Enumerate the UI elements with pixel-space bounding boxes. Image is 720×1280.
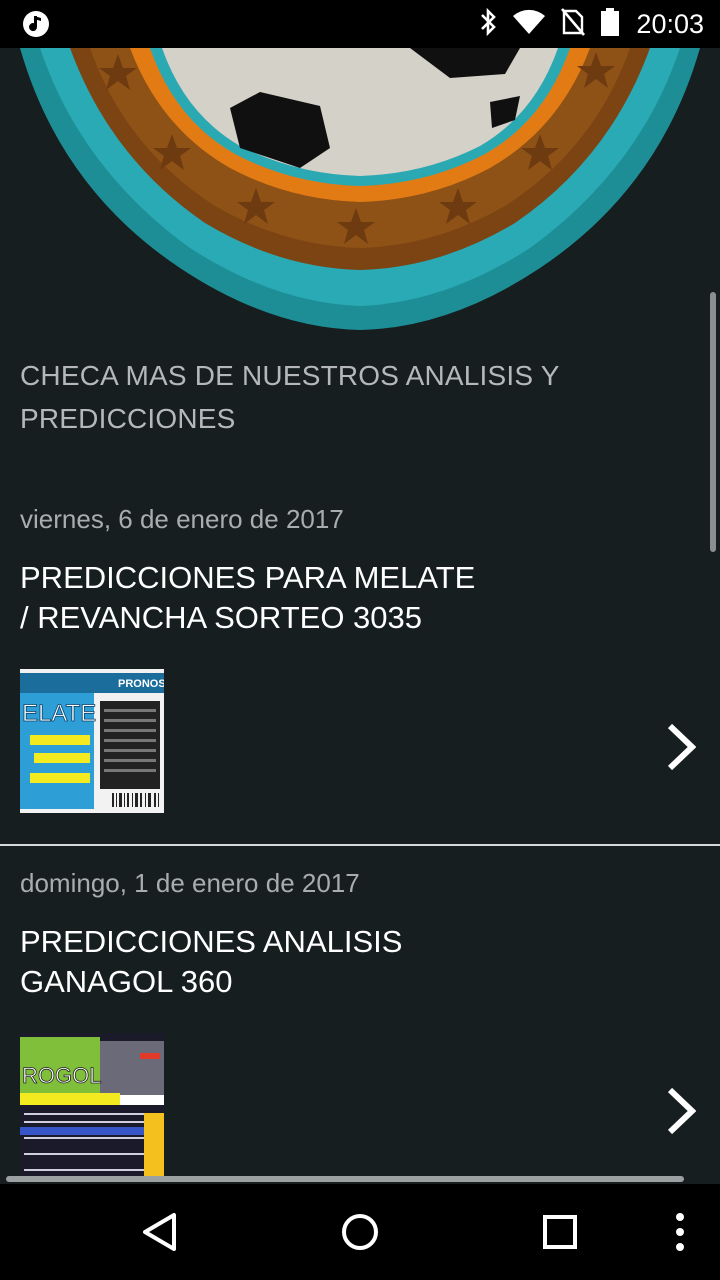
bluetooth-icon <box>478 7 498 42</box>
more-vertical-icon <box>676 1213 684 1251</box>
post-title-line[interactable]: PREDICCIONES ANALISIS <box>20 922 580 962</box>
thumb-text: ROGOL <box>22 1063 101 1088</box>
thumb-text: ELATE <box>22 700 96 727</box>
post-thumbnail[interactable]: PRONOS ELATE <box>20 669 164 813</box>
post-item[interactable]: viernes, 6 de enero de 2017 PREDICCIONES… <box>0 488 720 844</box>
post-title-line[interactable]: GANAGOL 360 <box>20 962 580 1002</box>
recents-square-icon <box>543 1215 577 1249</box>
overflow-menu-button[interactable] <box>660 1184 700 1280</box>
home-button[interactable] <box>320 1184 400 1280</box>
recents-button[interactable] <box>520 1184 600 1280</box>
horizontal-scrollbar[interactable] <box>6 1176 684 1182</box>
vertical-scrollbar[interactable] <box>710 292 716 552</box>
thumb-text: PRONOS <box>118 678 164 690</box>
home-circle-icon <box>342 1214 378 1250</box>
post-date: viernes, 6 de enero de 2017 <box>20 504 344 534</box>
no-sim-icon <box>560 7 586 42</box>
back-triangle-icon <box>143 1213 176 1251</box>
chevron-right-icon[interactable] <box>666 722 696 772</box>
clock: 20:03 <box>636 8 704 39</box>
chevron-right-icon[interactable] <box>666 1086 696 1136</box>
post-title[interactable]: PREDICCIONES ANALISIS GANAGOL 360 <box>20 922 580 1002</box>
wifi-icon <box>512 8 546 41</box>
post-title-line[interactable]: PREDICCIONES PARA MELATE <box>20 558 580 598</box>
music-note-icon <box>22 10 50 43</box>
post-title-line[interactable]: / REVANCHA SORTEO 3035 <box>20 598 580 638</box>
page-content[interactable]: CHECA MAS DE NUESTROS ANALISIS Y PREDICC… <box>0 48 720 1184</box>
soccer-badge-logo <box>20 48 700 330</box>
post-title[interactable]: PREDICCIONES PARA MELATE / REVANCHA SORT… <box>20 558 580 638</box>
navigation-bar <box>0 1184 720 1280</box>
post-item[interactable]: domingo, 1 de enero de 2017 PREDICCIONES… <box>0 852 720 1184</box>
post-date: domingo, 1 de enero de 2017 <box>20 868 360 898</box>
section-heading: CHECA MAS DE NUESTROS ANALISIS Y PREDICC… <box>20 360 560 434</box>
divider <box>0 844 720 846</box>
post-thumbnail[interactable]: ROGOL <box>20 1033 164 1177</box>
status-bar: 20:03 <box>0 0 720 48</box>
back-button[interactable] <box>120 1184 200 1280</box>
battery-icon <box>600 7 620 42</box>
